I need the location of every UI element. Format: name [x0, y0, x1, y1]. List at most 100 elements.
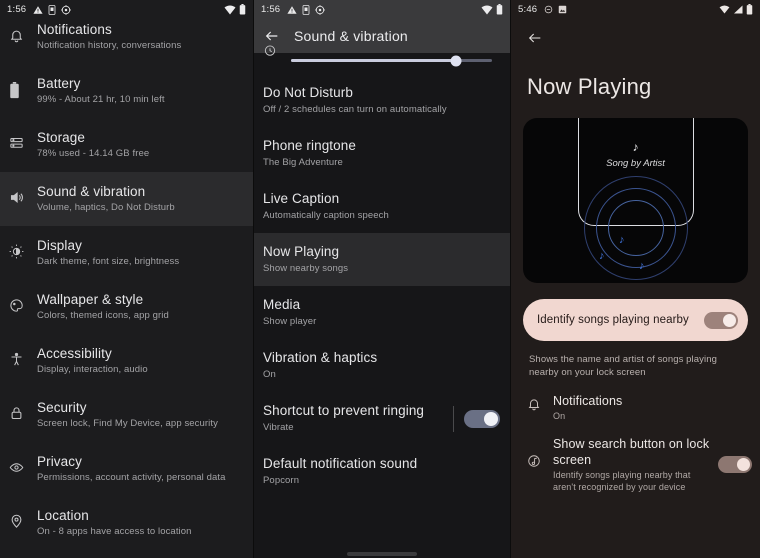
app-bar-sound-vibration: Sound & vibration: [254, 19, 510, 53]
volume-slider-row[interactable]: [254, 45, 510, 74]
sound-item-phone-ringtone[interactable]: Phone ringtone The Big Adventure: [254, 127, 510, 180]
settings-item-title: Notifications: [37, 22, 112, 37]
music-note-icon: ♪: [619, 234, 625, 246]
settings-item-title: Battery: [37, 76, 81, 91]
sound-item-shortcut-to-prevent-ringing[interactable]: Shortcut to prevent ringing Vibrate: [254, 392, 510, 445]
volume-slider-thumb[interactable]: [450, 55, 462, 66]
wifi-icon: [719, 5, 730, 14]
settings-item-subtitle: Permissions, account activity, personal …: [37, 472, 226, 483]
eye-icon: [9, 453, 37, 475]
sound-item-title: Live Caption: [263, 191, 340, 206]
back-arrow-icon[interactable]: [264, 28, 280, 44]
settings-item-subtitle: Display, interaction, audio: [37, 364, 148, 375]
now-playing-illustration: ♪ Song by Artist ♪ ♪ ♪: [523, 118, 748, 283]
settings-item-location[interactable]: Location On - 8 apps have access to loca…: [0, 496, 253, 550]
sound-item-title: Do Not Disturb: [263, 85, 353, 100]
location-pin-icon: [9, 507, 37, 529]
navigation-handle[interactable]: [347, 552, 417, 556]
sound-item-title: Default notification sound: [263, 456, 418, 471]
dnd-icon: [544, 5, 553, 14]
now-playing-item-subtitle: On: [553, 411, 566, 421]
show-search-button-toggle[interactable]: [718, 456, 752, 473]
settings-item-title: Display: [37, 238, 82, 253]
now-playing-item-subtitle: Identify songs playing nearby that aren'…: [553, 470, 691, 492]
now-playing-item-show-search-button[interactable]: Show search button on lock screen Identi…: [511, 422, 760, 493]
status-bar-settings: 1:56: [0, 0, 253, 19]
battery-icon: [746, 4, 753, 15]
vertical-divider: [453, 405, 454, 432]
battery-icon: [239, 4, 246, 15]
warning-icon: [33, 5, 43, 15]
settings-item-wallpaper-and-style[interactable]: Wallpaper & style Colors, themed icons, …: [0, 280, 253, 334]
sound-item-title: Media: [263, 297, 301, 312]
settings-item-subtitle: Screen lock, Find My Device, app securit…: [37, 418, 218, 429]
battery-icon: [9, 75, 37, 99]
app-bar-title: Sound & vibration: [294, 28, 408, 44]
back-arrow-icon[interactable]: [511, 19, 760, 51]
sound-item-default-notification-sound[interactable]: Default notification sound Popcorn: [254, 445, 510, 498]
settings-item-title: Security: [37, 400, 87, 415]
signal-icon: [733, 5, 743, 14]
volume-slider[interactable]: [291, 55, 492, 66]
sound-item-live-caption[interactable]: Live Caption Automatically caption speec…: [254, 180, 510, 233]
alarm-icon: [263, 43, 291, 62]
phone-screen-sound-vibration: 1:56 Sound & vibration Do Not Disturb Of…: [253, 0, 510, 558]
now-playing-item-notifications[interactable]: Notifications On: [511, 379, 760, 422]
identify-songs-toggle[interactable]: [704, 311, 738, 329]
settings-item-display[interactable]: Display Dark theme, font size, brightnes…: [0, 226, 253, 280]
three-phone-screenshots: 1:56 Notifications Notification history,…: [0, 0, 760, 558]
music-note-icon: ♪: [632, 140, 639, 154]
settings-item-title: Privacy: [37, 454, 82, 469]
wifi-icon: [481, 5, 493, 15]
identify-songs-card[interactable]: Identify songs playing nearby: [523, 299, 748, 341]
sound-wave-ring: [607, 200, 664, 256]
settings-item-subtitle: 78% used - 14.14 GB free: [37, 148, 150, 159]
identify-songs-description: Shows the name and artist of songs playi…: [529, 354, 717, 378]
sound-item-subtitle: Popcorn: [263, 475, 300, 486]
identify-songs-label: Identify songs playing nearby: [537, 314, 689, 326]
brightness-icon: [9, 237, 37, 259]
storage-icon: [9, 129, 37, 151]
status-bar-clock: 5:46: [518, 4, 538, 15]
phone-screen-now-playing: 5:46 Now Playing ♪ Song by Artist ♪ ♪ ♪ …: [510, 0, 760, 558]
status-bar-clock: 1:56: [261, 4, 281, 15]
sound-settings-list[interactable]: Do Not Disturb Off / 2 schedules can tur…: [254, 74, 510, 498]
settings-item-storage[interactable]: Storage 78% used - 14.14 GB free: [0, 118, 253, 172]
settings-item-title: Wallpaper & style: [37, 292, 144, 307]
settings-item-title: Accessibility: [37, 346, 112, 361]
shortcut-to-prevent-ringing-toggle[interactable]: [464, 409, 500, 428]
settings-item-accessibility[interactable]: Accessibility Display, interaction, audi…: [0, 334, 253, 388]
sound-item-title: Phone ringtone: [263, 138, 356, 153]
image-icon: [558, 5, 567, 14]
sound-item-subtitle: Show nearby songs: [263, 263, 349, 274]
sound-item-now-playing[interactable]: Now Playing Show nearby songs: [254, 233, 510, 286]
settings-item-security[interactable]: Security Screen lock, Find My Device, ap…: [0, 388, 253, 442]
sound-item-title: Vibration & haptics: [263, 350, 378, 365]
sound-item-do-not-disturb[interactable]: Do Not Disturb Off / 2 schedules can tur…: [254, 74, 510, 127]
sound-item-title: Shortcut to prevent ringing: [263, 403, 425, 418]
settings-item-title: Sound & vibration: [37, 184, 146, 199]
palette-icon: [9, 291, 37, 313]
status-bar-sound: 1:56: [254, 0, 510, 19]
sound-item-title: Now Playing: [263, 244, 340, 259]
settings-item-privacy[interactable]: Privacy Permissions, account activity, p…: [0, 442, 253, 496]
sound-item-subtitle: Show player: [263, 316, 317, 327]
device-icon: [48, 4, 56, 15]
sound-item-media[interactable]: Media Show player: [254, 286, 510, 339]
status-bar-clock: 1:56: [7, 4, 27, 15]
settings-list[interactable]: Notifications Notification history, conv…: [0, 19, 253, 550]
settings-item-subtitle: Colors, themed icons, app grid: [37, 310, 169, 321]
sound-item-vibration-and-haptics[interactable]: Vibration & haptics On: [254, 339, 510, 392]
gear-icon: [61, 4, 72, 15]
settings-item-sound-and-vibration[interactable]: Sound & vibration Volume, haptics, Do No…: [0, 172, 253, 226]
page-title: Now Playing: [527, 74, 652, 99]
device-icon: [302, 4, 310, 15]
gear-icon: [315, 4, 326, 15]
warning-icon: [287, 5, 297, 15]
settings-item-subtitle: Notification history, conversations: [37, 40, 182, 51]
settings-item-battery[interactable]: Battery 99% - About 21 hr, 10 min left: [0, 64, 253, 118]
sound-item-subtitle: The Big Adventure: [263, 157, 343, 168]
music-note-icon: ♪: [599, 250, 605, 262]
settings-item-notifications[interactable]: Notifications Notification history, conv…: [0, 19, 253, 64]
sound-item-subtitle: Vibrate: [263, 422, 294, 433]
